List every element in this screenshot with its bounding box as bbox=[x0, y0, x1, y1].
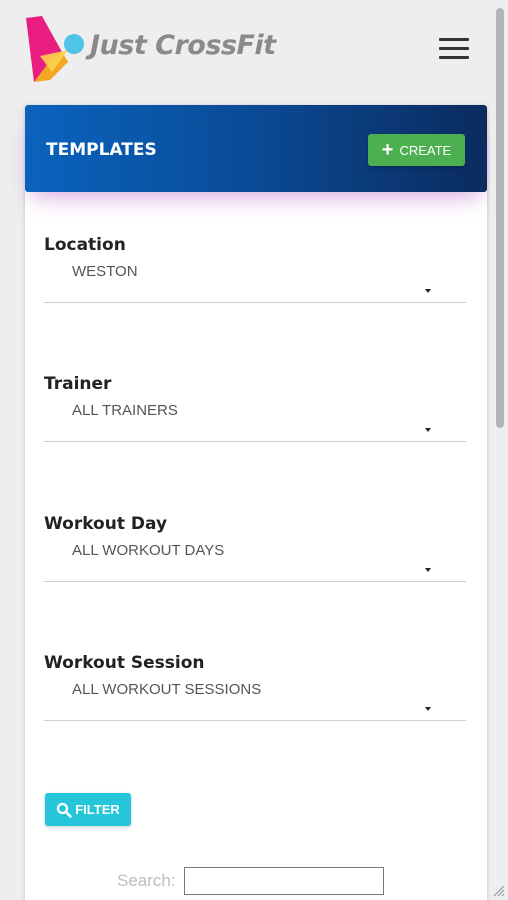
workout-day-value: ALL WORKOUT DAYS bbox=[72, 542, 225, 559]
filter-button[interactable]: FILTER bbox=[45, 793, 131, 826]
workout-day-field: Workout Day ALL WORKOUT DAYS bbox=[44, 514, 466, 582]
caret-down-icon bbox=[425, 428, 431, 432]
trainer-select[interactable]: ALL TRAINERS bbox=[44, 394, 466, 442]
location-field: Location WESTON bbox=[44, 235, 466, 303]
caret-down-icon bbox=[425, 289, 431, 293]
brand-name: Just CrossFit bbox=[90, 30, 276, 61]
resize-handle-icon[interactable] bbox=[488, 880, 506, 898]
trainer-value: ALL TRAINERS bbox=[72, 402, 178, 419]
search-icon bbox=[57, 802, 73, 818]
caret-down-icon bbox=[425, 568, 431, 572]
workout-session-field: Workout Session ALL WORKOUT SESSIONS bbox=[44, 653, 466, 721]
location-select[interactable]: WESTON bbox=[44, 255, 466, 303]
hamburger-icon[interactable] bbox=[439, 38, 469, 60]
workout-session-select[interactable]: ALL WORKOUT SESSIONS bbox=[44, 673, 466, 721]
create-button[interactable]: + CREATE bbox=[368, 134, 465, 166]
search-row: Search: bbox=[117, 867, 384, 895]
filter-button-label: FILTER bbox=[75, 802, 120, 817]
workout-day-label: Workout Day bbox=[44, 514, 168, 534]
trainer-label: Trainer bbox=[44, 374, 112, 394]
workout-day-select[interactable]: ALL WORKOUT DAYS bbox=[44, 534, 466, 582]
location-label: Location bbox=[44, 235, 126, 255]
trainer-field: Trainer ALL TRAINERS bbox=[44, 374, 466, 442]
search-input[interactable] bbox=[183, 867, 384, 895]
create-button-label: CREATE bbox=[399, 142, 452, 158]
templates-card: TEMPLATES + CREATE Location WESTON Train… bbox=[25, 105, 487, 900]
location-value: WESTON bbox=[72, 263, 138, 280]
page-title: TEMPLATES bbox=[46, 140, 157, 160]
search-label: Search: bbox=[117, 871, 176, 890]
plus-icon: + bbox=[381, 139, 394, 161]
scrollbar-thumb[interactable] bbox=[496, 8, 504, 428]
just-crossfit-logo[interactable] bbox=[22, 14, 92, 84]
caret-down-icon bbox=[425, 707, 431, 711]
app-header: Just CrossFit bbox=[0, 0, 490, 95]
card-header: TEMPLATES + CREATE bbox=[25, 105, 487, 192]
workout-session-label: Workout Session bbox=[44, 653, 205, 673]
workout-session-value: ALL WORKOUT SESSIONS bbox=[72, 681, 262, 698]
